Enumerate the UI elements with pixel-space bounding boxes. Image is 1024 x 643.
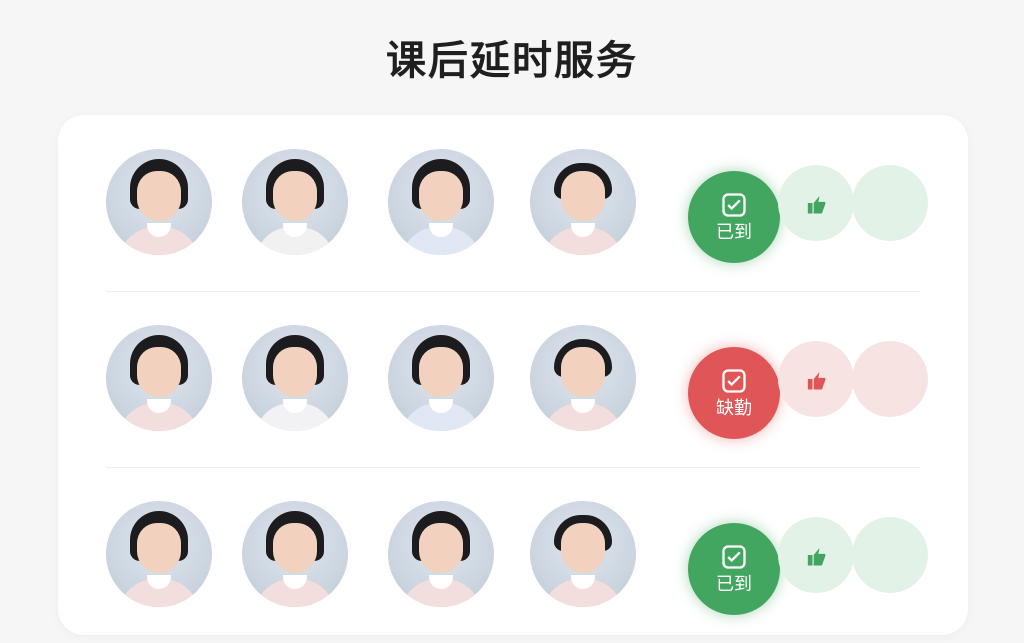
student-avatar[interactable] bbox=[388, 501, 494, 607]
check-square-icon bbox=[722, 545, 746, 569]
student-avatar[interactable] bbox=[106, 501, 212, 607]
student-row: 已到 bbox=[58, 115, 968, 292]
student-avatar[interactable] bbox=[530, 149, 636, 255]
status-label: 已到 bbox=[716, 222, 752, 243]
student-avatar[interactable] bbox=[242, 149, 348, 255]
status-label: 已到 bbox=[716, 574, 752, 595]
check-square-icon bbox=[722, 369, 746, 393]
page-title: 课后延时服务 bbox=[386, 38, 638, 84]
secondary-action-button[interactable] bbox=[852, 341, 928, 417]
student-row: 缺勤 bbox=[58, 291, 968, 468]
status-label: 缺勤 bbox=[716, 398, 752, 419]
student-avatar[interactable] bbox=[242, 325, 348, 431]
secondary-action-button[interactable] bbox=[778, 517, 854, 593]
student-avatar[interactable] bbox=[106, 149, 212, 255]
thumb-icon bbox=[807, 196, 826, 214]
secondary-action-button[interactable] bbox=[778, 341, 854, 417]
student-avatar[interactable] bbox=[388, 149, 494, 255]
secondary-action-button[interactable] bbox=[778, 165, 854, 241]
student-avatar[interactable] bbox=[530, 325, 636, 431]
student-row: 已到 bbox=[58, 467, 968, 643]
student-avatar[interactable] bbox=[242, 501, 348, 607]
check-square-icon bbox=[722, 193, 746, 217]
status-button[interactable]: 缺勤 bbox=[688, 347, 780, 439]
thumb-icon bbox=[807, 372, 826, 390]
attendance-card: 已到 缺勤 已到 bbox=[58, 115, 968, 635]
secondary-action-button[interactable] bbox=[852, 165, 928, 241]
status-button[interactable]: 已到 bbox=[688, 171, 780, 263]
student-avatar[interactable] bbox=[530, 501, 636, 607]
status-button[interactable]: 已到 bbox=[688, 523, 780, 615]
secondary-action-button[interactable] bbox=[852, 517, 928, 593]
student-avatar[interactable] bbox=[388, 325, 494, 431]
thumb-icon bbox=[807, 548, 826, 566]
student-avatar[interactable] bbox=[106, 325, 212, 431]
